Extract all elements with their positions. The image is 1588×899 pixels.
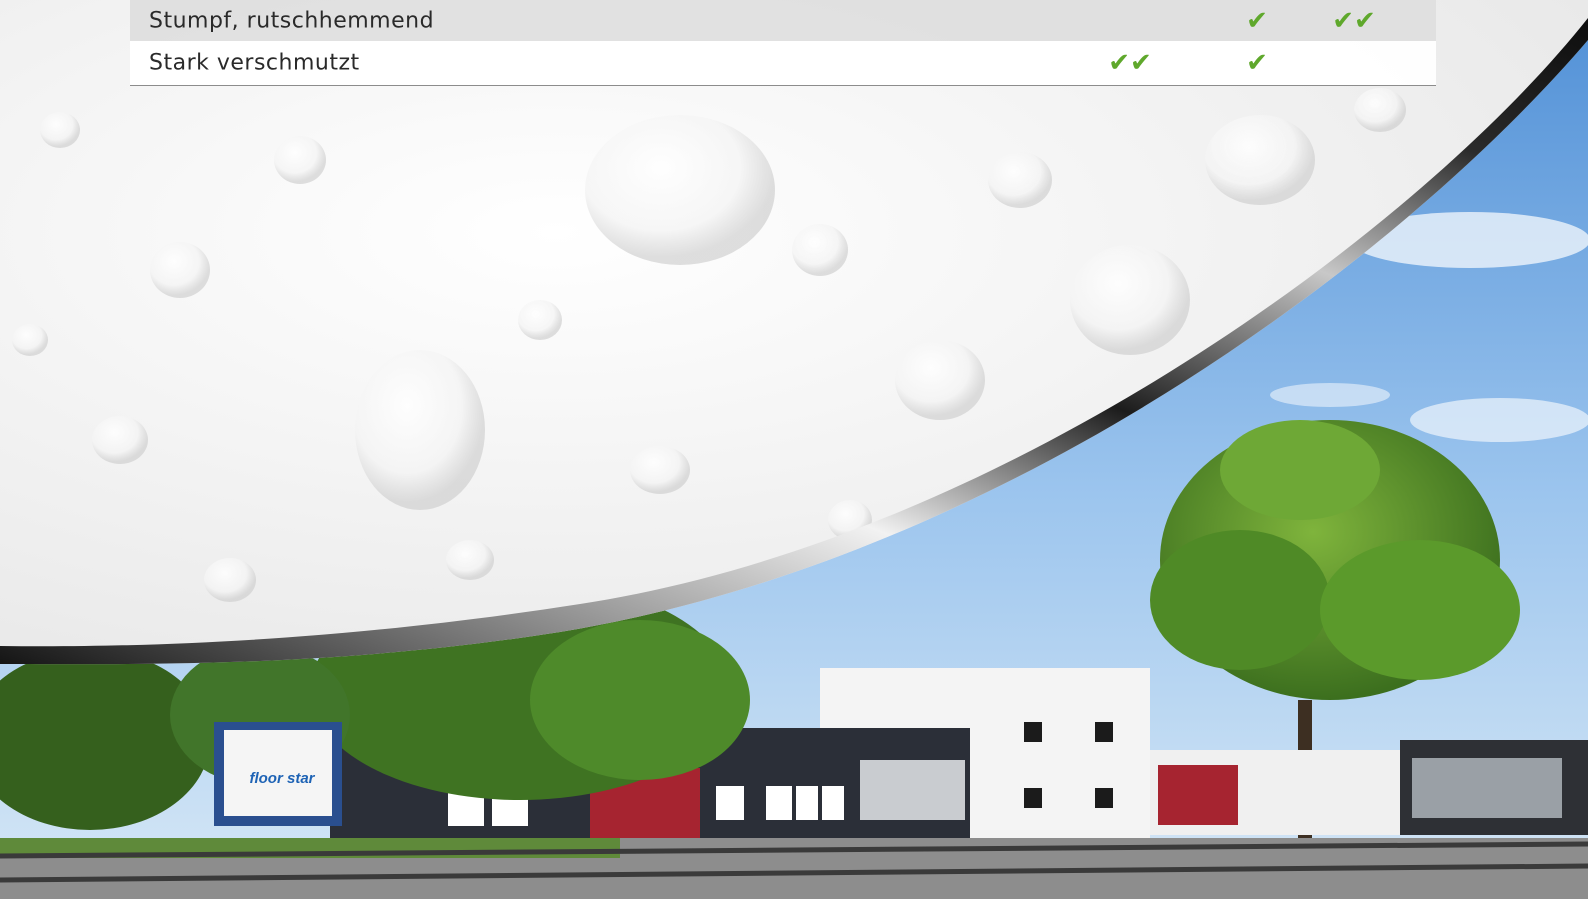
comparison-table: Stumpf, rutschhemmend ✔ ✔✔ Stark verschm… xyxy=(130,0,1436,86)
check-cell: ✔✔ xyxy=(1108,48,1152,78)
check-cell: ✔ xyxy=(1246,5,1268,36)
row-label: Stumpf, rutschhemmend xyxy=(149,8,435,33)
table-row: Stark verschmutzt ✔✔ ✔ xyxy=(130,41,1436,86)
sign-logo-text: floor star xyxy=(249,770,315,787)
check-cell: ✔✔ xyxy=(1332,5,1376,36)
background-scene xyxy=(0,0,1588,899)
row-label: Stark verschmutzt xyxy=(149,50,360,76)
table-row: Stumpf, rutschhemmend ✔ ✔✔ xyxy=(130,0,1436,41)
check-cell: ✔ xyxy=(1246,48,1268,78)
